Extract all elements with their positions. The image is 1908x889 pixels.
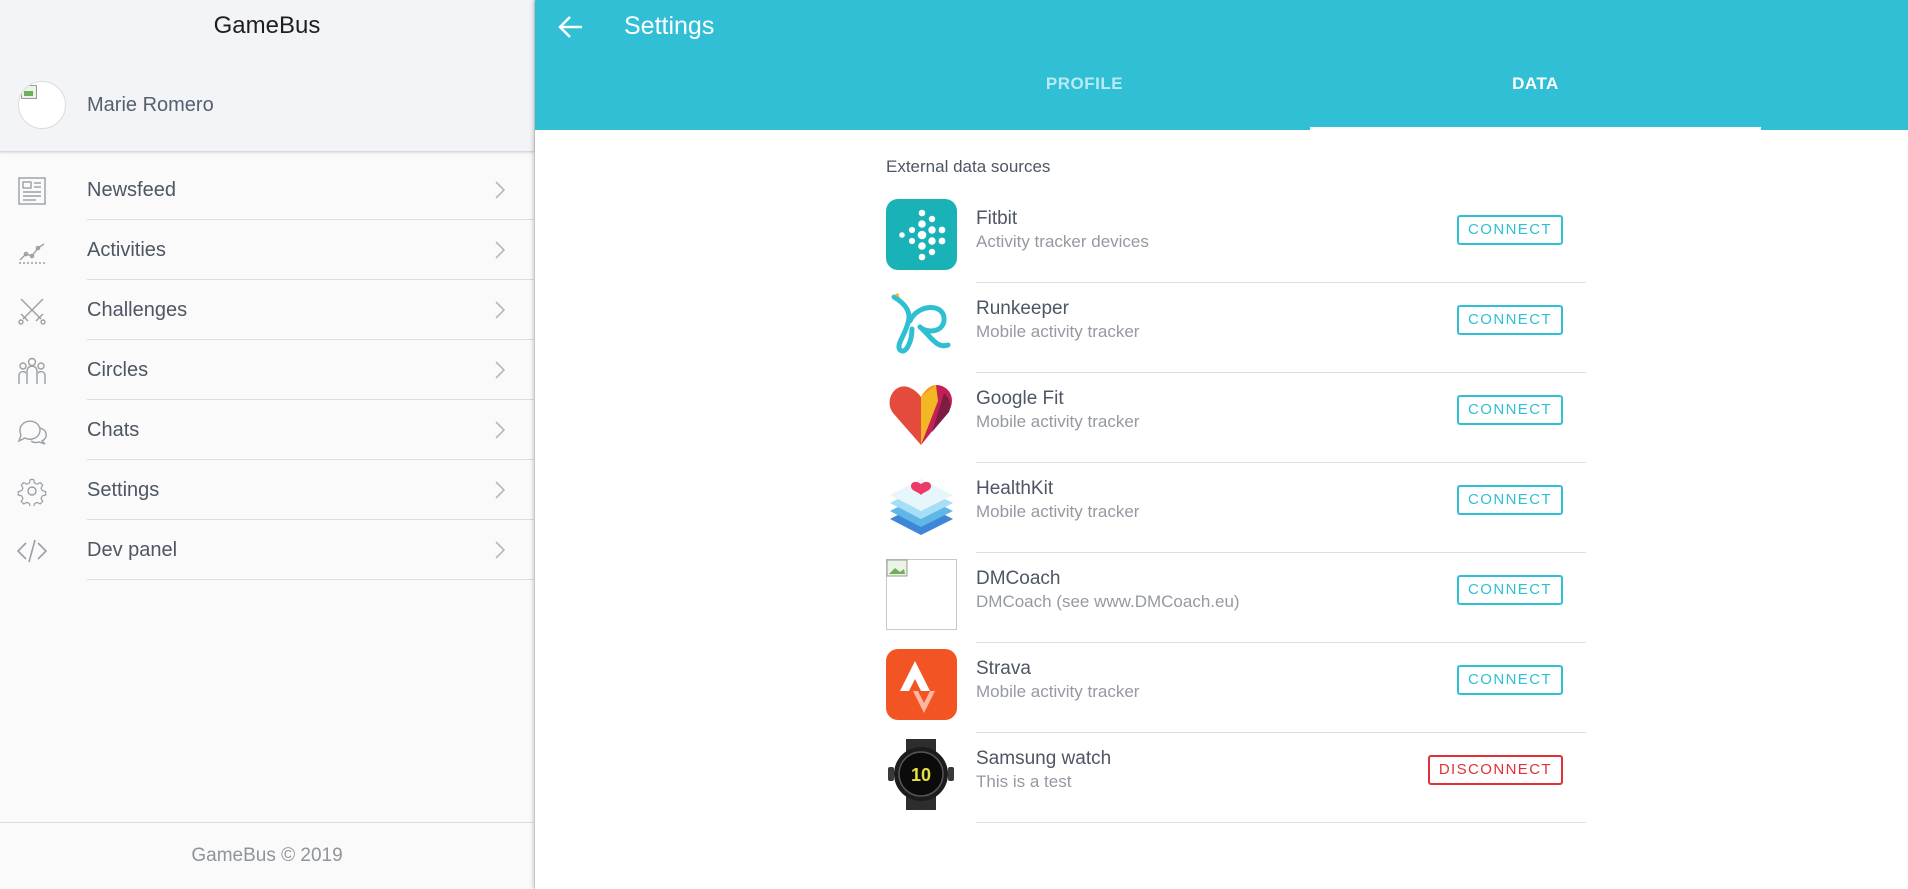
source-description: Mobile activity tracker [976,412,1140,431]
list-item: Runkeeper Mobile activity tracker CONNEC… [886,283,1586,373]
chevron-right-icon [495,361,506,379]
chevron-right-icon [495,181,506,199]
list-item: Google Fit Mobile activity tracker CONNE… [886,373,1586,463]
sidebar-item-label: Challenges [87,299,188,321]
source-description: Mobile activity tracker [976,682,1140,701]
back-arrow-icon[interactable] [557,14,585,40]
source-description: Mobile activity tracker [976,502,1140,521]
connect-button[interactable]: CONNECT [1457,485,1563,515]
tab-profile[interactable]: PROFILE [859,60,1310,130]
sidebar-item-label: Activities [87,239,166,261]
sidebar-footer: GameBus © 2019 [0,822,534,889]
chat-bubbles-icon [17,420,47,445]
sidebar-item-label: Chats [87,419,140,441]
tab-label: DATA [1512,74,1559,93]
list-item: Fitbit Activity tracker devices CONNECT [886,193,1586,283]
list-item: Strava Mobile activity tracker CONNECT [886,643,1586,733]
broken-image-icon [886,559,957,630]
list-item: DMCoach DMCoach (see www.DMCoach.eu) CON… [886,553,1586,643]
source-name: DMCoach [976,568,1061,589]
user-profile[interactable]: Marie Romero [18,81,214,129]
divider [976,822,1586,823]
list-item: HealthKit Mobile activity tracker CONNEC… [886,463,1586,553]
tab-data[interactable]: DATA [1310,60,1761,130]
app-title: GameBus [213,12,321,39]
disconnect-button[interactable]: DISCONNECT [1427,755,1563,785]
source-description: This is a test [976,772,1072,791]
connect-button[interactable]: CONNECT [1457,395,1563,425]
crossed-swords-icon [18,298,46,325]
avatar[interactable] [18,81,66,129]
data-sources-section: External data sources Fitbit Activity tr… [886,130,1586,823]
newspaper-icon [18,177,46,205]
source-name: Strava [976,658,1031,679]
source-name: Samsung watch [976,748,1112,769]
sidebar-item-activities[interactable]: Activities [0,220,534,280]
source-name: Runkeeper [976,298,1069,319]
samsung-watch-image: 10 [886,739,957,810]
divider [87,579,534,580]
sidebar-nav: Newsfeed Activities Challenges Circles C… [0,160,534,580]
sidebar: GameBus Marie Romero Newsfeed Activities [0,0,535,889]
fitbit-logo [886,199,957,270]
source-name: Google Fit [976,388,1064,409]
connect-button[interactable]: CONNECT [1457,665,1563,695]
page-title: Settings [624,12,715,40]
chevron-right-icon [495,241,506,259]
runkeeper-logo [886,289,957,360]
people-group-icon [18,357,46,384]
user-name: Marie Romero [87,93,214,116]
source-description: DMCoach (see www.DMCoach.eu) [976,592,1240,611]
sidebar-item-label: Newsfeed [87,179,176,201]
sidebar-item-circles[interactable]: Circles [0,340,534,400]
healthkit-logo [886,469,957,540]
tab-bar: PROFILE DATA [535,60,1908,130]
source-description: Mobile activity tracker [976,322,1140,341]
source-name: HealthKit [976,478,1054,499]
sidebar-item-dev-panel[interactable]: Dev panel [0,520,534,580]
sidebar-item-label: Dev panel [87,539,178,561]
code-brackets-icon [16,539,48,563]
connect-button[interactable]: CONNECT [1457,575,1563,605]
gear-icon [17,478,47,506]
line-chart-icon [19,243,45,264]
list-item: 10 Samsung watch This is a test DISCONNE… [886,733,1586,823]
section-title: External data sources [886,157,1051,176]
main-panel: Settings PROFILE DATA External data sour… [535,0,1908,889]
strava-logo [886,649,957,720]
sidebar-item-challenges[interactable]: Challenges [0,280,534,340]
sidebar-item-newsfeed[interactable]: Newsfeed [0,160,534,220]
source-name: Fitbit [976,208,1018,229]
chevron-right-icon [495,481,506,499]
source-description: Activity tracker devices [976,232,1149,251]
svg-text:10: 10 [911,765,931,785]
sidebar-item-settings[interactable]: Settings [0,460,534,520]
sidebar-item-chats[interactable]: Chats [0,400,534,460]
google-fit-logo [886,379,957,450]
app-header: Settings PROFILE DATA [535,0,1908,130]
sidebar-header: GameBus Marie Romero [0,0,534,152]
sidebar-item-label: Settings [87,479,160,501]
sidebar-item-label: Circles [87,359,149,381]
connect-button[interactable]: CONNECT [1457,215,1563,245]
chevron-right-icon [495,541,506,559]
broken-image-icon [21,85,37,99]
connect-button[interactable]: CONNECT [1457,305,1563,335]
chevron-right-icon [495,421,506,439]
chevron-right-icon [495,301,506,319]
